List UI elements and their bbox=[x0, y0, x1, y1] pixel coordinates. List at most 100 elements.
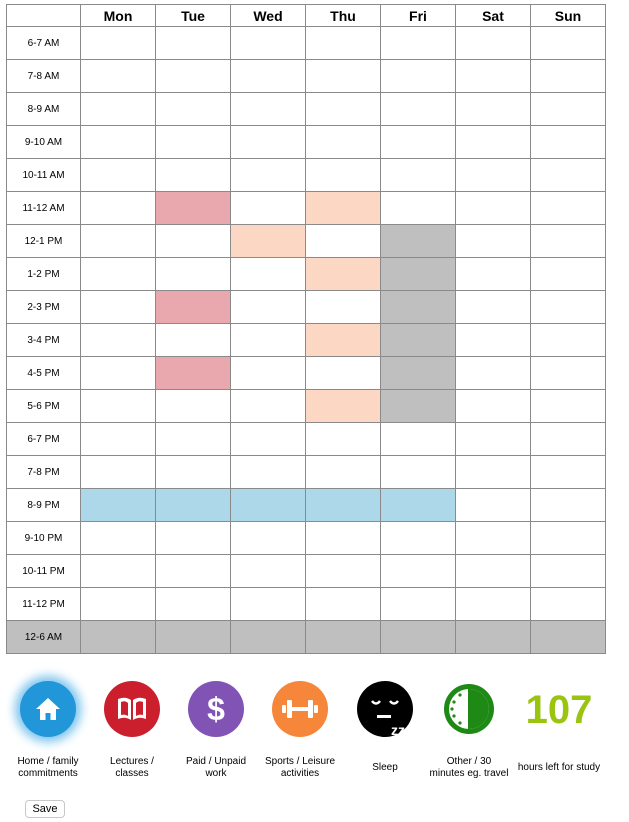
slot-wed-6[interactable] bbox=[231, 225, 306, 258]
slot-tue-1[interactable] bbox=[156, 60, 231, 93]
slot-tue-4[interactable] bbox=[156, 159, 231, 192]
slot-tue-17[interactable] bbox=[156, 588, 231, 621]
slot-wed-17[interactable] bbox=[231, 588, 306, 621]
slot-tue-3[interactable] bbox=[156, 126, 231, 159]
slot-thu-9[interactable] bbox=[306, 324, 381, 357]
slot-fri-15[interactable] bbox=[381, 522, 456, 555]
slot-fri-0[interactable] bbox=[381, 27, 456, 60]
save-button[interactable]: Save bbox=[25, 800, 65, 818]
slot-sun-0[interactable] bbox=[531, 27, 606, 60]
slot-sun-5[interactable] bbox=[531, 192, 606, 225]
slot-wed-8[interactable] bbox=[231, 291, 306, 324]
slot-tue-9[interactable] bbox=[156, 324, 231, 357]
slot-mon-11[interactable] bbox=[81, 390, 156, 423]
slot-thu-11[interactable] bbox=[306, 390, 381, 423]
slot-sun-11[interactable] bbox=[531, 390, 606, 423]
slot-sat-18[interactable] bbox=[456, 621, 531, 654]
half-clock-icon[interactable] bbox=[441, 681, 497, 737]
dumbbell-icon[interactable] bbox=[272, 681, 328, 737]
slot-sun-4[interactable] bbox=[531, 159, 606, 192]
category-other[interactable]: Other / 30 minutes eg. travel bbox=[426, 670, 512, 779]
slot-fri-5[interactable] bbox=[381, 192, 456, 225]
category-home[interactable]: Home / family commitments bbox=[5, 670, 91, 779]
slot-mon-12[interactable] bbox=[81, 423, 156, 456]
slot-thu-3[interactable] bbox=[306, 126, 381, 159]
slot-fri-14[interactable] bbox=[381, 489, 456, 522]
slot-sun-16[interactable] bbox=[531, 555, 606, 588]
slot-wed-9[interactable] bbox=[231, 324, 306, 357]
slot-wed-5[interactable] bbox=[231, 192, 306, 225]
slot-fri-2[interactable] bbox=[381, 93, 456, 126]
slot-sat-11[interactable] bbox=[456, 390, 531, 423]
slot-mon-3[interactable] bbox=[81, 126, 156, 159]
slot-sat-8[interactable] bbox=[456, 291, 531, 324]
slot-fri-1[interactable] bbox=[381, 60, 456, 93]
category-lectures[interactable]: Lectures / classes bbox=[89, 670, 175, 779]
slot-sat-9[interactable] bbox=[456, 324, 531, 357]
slot-tue-16[interactable] bbox=[156, 555, 231, 588]
slot-mon-17[interactable] bbox=[81, 588, 156, 621]
slot-thu-6[interactable] bbox=[306, 225, 381, 258]
slot-thu-4[interactable] bbox=[306, 159, 381, 192]
slot-mon-2[interactable] bbox=[81, 93, 156, 126]
slot-mon-15[interactable] bbox=[81, 522, 156, 555]
slot-wed-14[interactable] bbox=[231, 489, 306, 522]
slot-thu-18[interactable] bbox=[306, 621, 381, 654]
slot-sun-17[interactable] bbox=[531, 588, 606, 621]
slot-sun-7[interactable] bbox=[531, 258, 606, 291]
slot-fri-7[interactable] bbox=[381, 258, 456, 291]
slot-tue-13[interactable] bbox=[156, 456, 231, 489]
sleeping-face-icon[interactable]: zz bbox=[357, 681, 413, 737]
home-icon[interactable] bbox=[20, 681, 76, 737]
slot-wed-10[interactable] bbox=[231, 357, 306, 390]
slot-wed-15[interactable] bbox=[231, 522, 306, 555]
slot-fri-3[interactable] bbox=[381, 126, 456, 159]
book-icon[interactable] bbox=[104, 681, 160, 737]
slot-sat-2[interactable] bbox=[456, 93, 531, 126]
slot-wed-2[interactable] bbox=[231, 93, 306, 126]
slot-fri-11[interactable] bbox=[381, 390, 456, 423]
category-sports[interactable]: Sports / Leisure activities bbox=[257, 670, 343, 779]
slot-wed-1[interactable] bbox=[231, 60, 306, 93]
slot-thu-17[interactable] bbox=[306, 588, 381, 621]
slot-tue-5[interactable] bbox=[156, 192, 231, 225]
slot-sun-3[interactable] bbox=[531, 126, 606, 159]
slot-sat-1[interactable] bbox=[456, 60, 531, 93]
slot-tue-11[interactable] bbox=[156, 390, 231, 423]
slot-fri-8[interactable] bbox=[381, 291, 456, 324]
category-sleep[interactable]: zz Sleep bbox=[342, 670, 428, 773]
slot-mon-10[interactable] bbox=[81, 357, 156, 390]
slot-sat-17[interactable] bbox=[456, 588, 531, 621]
slot-tue-6[interactable] bbox=[156, 225, 231, 258]
slot-thu-1[interactable] bbox=[306, 60, 381, 93]
slot-mon-16[interactable] bbox=[81, 555, 156, 588]
slot-thu-7[interactable] bbox=[306, 258, 381, 291]
slot-mon-13[interactable] bbox=[81, 456, 156, 489]
slot-sun-18[interactable] bbox=[531, 621, 606, 654]
slot-sat-16[interactable] bbox=[456, 555, 531, 588]
slot-tue-12[interactable] bbox=[156, 423, 231, 456]
slot-sat-0[interactable] bbox=[456, 27, 531, 60]
slot-wed-4[interactable] bbox=[231, 159, 306, 192]
slot-fri-13[interactable] bbox=[381, 456, 456, 489]
slot-wed-13[interactable] bbox=[231, 456, 306, 489]
slot-fri-18[interactable] bbox=[381, 621, 456, 654]
slot-fri-6[interactable] bbox=[381, 225, 456, 258]
slot-sat-6[interactable] bbox=[456, 225, 531, 258]
slot-sun-13[interactable] bbox=[531, 456, 606, 489]
slot-sat-10[interactable] bbox=[456, 357, 531, 390]
slot-mon-6[interactable] bbox=[81, 225, 156, 258]
slot-thu-15[interactable] bbox=[306, 522, 381, 555]
slot-wed-11[interactable] bbox=[231, 390, 306, 423]
slot-mon-0[interactable] bbox=[81, 27, 156, 60]
slot-mon-9[interactable] bbox=[81, 324, 156, 357]
slot-mon-1[interactable] bbox=[81, 60, 156, 93]
slot-tue-18[interactable] bbox=[156, 621, 231, 654]
slot-wed-3[interactable] bbox=[231, 126, 306, 159]
slot-sun-6[interactable] bbox=[531, 225, 606, 258]
slot-tue-14[interactable] bbox=[156, 489, 231, 522]
slot-sun-15[interactable] bbox=[531, 522, 606, 555]
slot-tue-2[interactable] bbox=[156, 93, 231, 126]
slot-sat-14[interactable] bbox=[456, 489, 531, 522]
slot-thu-5[interactable] bbox=[306, 192, 381, 225]
